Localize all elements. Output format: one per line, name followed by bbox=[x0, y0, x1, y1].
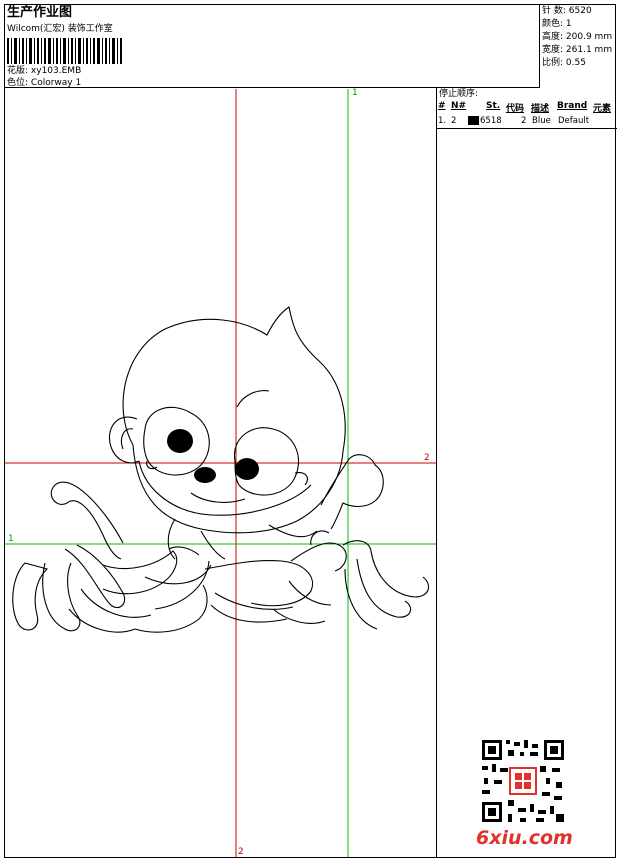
design-canvas bbox=[5, 89, 436, 857]
col-needle: N# bbox=[451, 101, 467, 111]
page-title: 生产作业图 bbox=[7, 5, 73, 20]
table-row: 1. 2 6518 2 Blue Default bbox=[437, 114, 616, 128]
design-label: 花版: bbox=[7, 66, 29, 76]
row-num: 1. bbox=[438, 116, 447, 126]
red-seal-icon bbox=[509, 767, 537, 795]
guide-label-green-top: 1 bbox=[352, 88, 358, 98]
row-needle: 2 bbox=[451, 116, 457, 126]
col-brand: Brand bbox=[557, 101, 588, 111]
colorway-value: Colorway 1 bbox=[30, 78, 82, 88]
left-pupil bbox=[167, 429, 193, 453]
color-swatch bbox=[468, 116, 479, 125]
stop-sequence-title: 停止顺序: bbox=[439, 89, 479, 99]
header: 生产作业图 Wilcom(汇宏) 装饰工作室 花版: xy103.EMB 色位:… bbox=[4, 4, 540, 88]
row-code: 2 bbox=[521, 116, 527, 126]
nose bbox=[194, 467, 216, 483]
watermark-site: 6xiu.com bbox=[476, 827, 573, 849]
monkey-artwork bbox=[12, 306, 430, 633]
guide-label-green-left: 1 bbox=[8, 534, 14, 544]
right-pupil bbox=[235, 458, 259, 480]
stat-row: 比例: 0.55 bbox=[542, 58, 586, 68]
qr-code-icon bbox=[480, 738, 566, 824]
colorway-label: 色位: bbox=[7, 78, 29, 88]
col-hash: # bbox=[438, 101, 446, 111]
barcode bbox=[7, 38, 122, 64]
row-brand: Default bbox=[558, 116, 590, 126]
stat-row: 针 数: 6520 bbox=[542, 6, 592, 16]
col-stitches: St. bbox=[486, 101, 501, 111]
guide-label-red-right: 2 bbox=[424, 453, 430, 463]
stat-row: 高度: 200.9 mm bbox=[542, 32, 613, 42]
col-code: 代码 bbox=[506, 104, 525, 114]
colorway: 色位: Colorway 1 bbox=[7, 78, 81, 89]
stat-row: 颜色: 1 bbox=[542, 19, 572, 29]
design-stats: 针 数: 6520 颜色: 1 高度: 200.9 mm 宽度: 261.1 m… bbox=[542, 5, 616, 70]
col-desc: 描述 bbox=[531, 104, 550, 114]
design-file: 花版: xy103.EMB bbox=[7, 66, 81, 77]
guide-label-red-bottom: 2 bbox=[238, 847, 244, 857]
table-divider bbox=[437, 128, 617, 129]
row-desc: Blue bbox=[532, 116, 551, 126]
col-element: 元素 bbox=[593, 104, 612, 114]
stat-row: 宽度: 261.1 mm bbox=[542, 45, 613, 55]
studio-name: Wilcom(汇宏) 装饰工作室 bbox=[7, 24, 113, 34]
design-value: xy103.EMB bbox=[30, 66, 82, 76]
row-stitches: 6518 bbox=[480, 116, 502, 126]
